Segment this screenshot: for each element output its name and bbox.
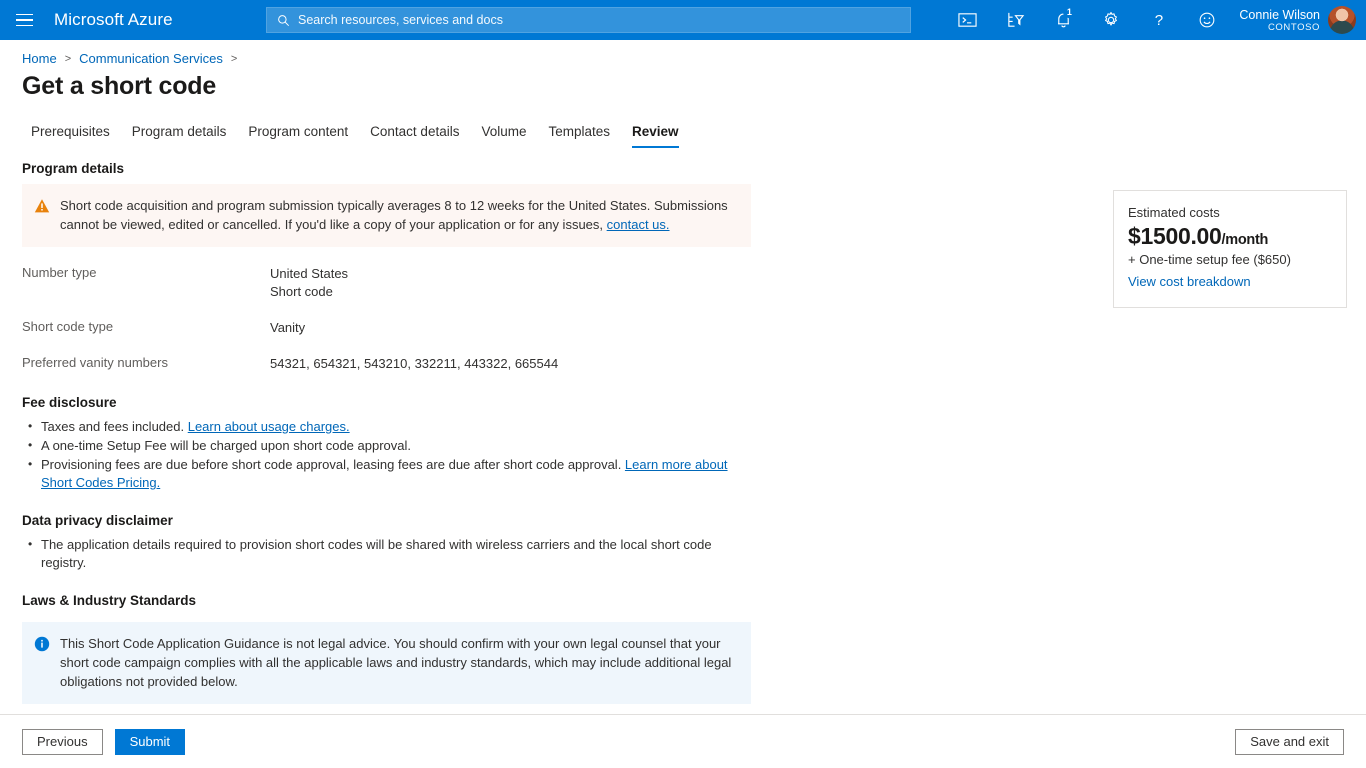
field-value: 54321, 654321, 543210, 332211, 443322, 6… (270, 355, 558, 373)
breadcrumb-item-communication-services[interactable]: Communication Services (79, 51, 223, 66)
bullet-text: The application details required to prov… (41, 537, 712, 570)
list-item: The application details required to prov… (22, 536, 760, 572)
field-label: Preferred vanity numbers (22, 355, 270, 373)
azure-brand-title[interactable]: Microsoft Azure (54, 10, 173, 30)
view-cost-breakdown-link[interactable]: View cost breakdown (1128, 274, 1251, 289)
info-text: This Short Code Application Guidance is … (60, 634, 737, 691)
field-value-line: United States (270, 265, 348, 283)
tab-templates[interactable]: Templates (549, 124, 611, 148)
breadcrumb-separator-icon-2: > (231, 53, 237, 65)
cost-amount-value: $1500.00 (1128, 223, 1222, 249)
help-question-icon[interactable]: ? (1135, 0, 1183, 40)
contact-us-link[interactable]: contact us. (607, 217, 670, 232)
user-name: Connie Wilson (1239, 8, 1320, 22)
breadcrumb-separator-icon: > (65, 53, 71, 65)
user-org: CONTOSO (1239, 22, 1320, 33)
feedback-smiley-icon[interactable] (1183, 0, 1231, 40)
list-item: Provisioning fees are due before short c… (22, 456, 760, 492)
data-privacy-list: The application details required to prov… (22, 536, 760, 572)
warning-triangle-icon (34, 198, 50, 214)
azure-top-bar: Microsoft Azure Search resources, servic… (0, 0, 1366, 40)
learn-about-usage-charges-link[interactable]: Learn about usage charges. (188, 419, 350, 434)
field-label: Short code type (22, 319, 270, 337)
search-input[interactable]: Search resources, services and docs (266, 7, 911, 33)
list-item: Taxes and fees included. Learn about usa… (22, 418, 760, 436)
field-value-line: Vanity (270, 319, 305, 337)
search-icon (277, 14, 290, 27)
tab-volume[interactable]: Volume (481, 124, 526, 148)
avatar (1328, 6, 1356, 34)
field-label: Number type (22, 265, 270, 301)
field-value-line: Short code (270, 283, 348, 301)
cost-card-setup-fee: + One-time setup fee ($650) (1128, 252, 1330, 267)
warning-banner: Short code acquisition and program submi… (22, 184, 751, 247)
cost-card-title: Estimated costs (1128, 205, 1330, 220)
section-heading-fee-disclosure: Fee disclosure (22, 395, 760, 410)
user-account-menu[interactable]: Connie Wilson CONTOSO (1231, 0, 1366, 40)
wizard-footer: Previous Submit Save and exit (0, 714, 1366, 768)
section-heading-program-details: Program details (22, 161, 760, 176)
svg-text:?: ? (1155, 12, 1163, 29)
top-bar-icon-group: 1 ? Connie Wilson CONTOSO (943, 0, 1366, 40)
cost-card-amount: $1500.00/month (1128, 223, 1330, 250)
section-heading-laws: Laws & Industry Standards (22, 593, 760, 608)
bullet-text: Taxes and fees included. (41, 419, 188, 434)
submit-button[interactable]: Submit (115, 729, 185, 755)
info-circle-icon (34, 636, 50, 652)
tab-contact-details[interactable]: Contact details (370, 124, 459, 148)
tab-review[interactable]: Review (632, 124, 679, 148)
save-and-exit-button[interactable]: Save and exit (1235, 729, 1344, 755)
field-value-line: 54321, 654321, 543210, 332211, 443322, 6… (270, 355, 558, 373)
fee-disclosure-list: Taxes and fees included. Learn about usa… (22, 418, 760, 492)
breadcrumb-item-home[interactable]: Home (22, 51, 57, 66)
field-short-code-type: Short code type Vanity (22, 319, 760, 337)
list-item: A one-time Setup Fee will be charged upo… (22, 437, 760, 455)
cost-amount-period: /month (1222, 232, 1269, 248)
settings-gear-icon[interactable] (1087, 0, 1135, 40)
cloud-shell-icon[interactable] (943, 0, 991, 40)
field-number-type: Number type United States Short code (22, 265, 760, 301)
tab-prerequisites[interactable]: Prerequisites (31, 124, 110, 148)
field-preferred-vanity-numbers: Preferred vanity numbers 54321, 654321, … (22, 355, 760, 373)
tab-program-details[interactable]: Program details (132, 124, 227, 148)
notifications-bell-icon[interactable]: 1 (1039, 0, 1087, 40)
bullet-text: A one-time Setup Fee will be charged upo… (41, 438, 411, 453)
wizard-tabs: Prerequisites Program details Program co… (0, 101, 1366, 148)
previous-button[interactable]: Previous (22, 729, 103, 755)
field-value: Vanity (270, 319, 305, 337)
hamburger-menu-icon[interactable] (0, 0, 48, 40)
breadcrumb: Home > Communication Services > (0, 40, 1366, 66)
section-heading-data-privacy: Data privacy disclaimer (22, 513, 760, 528)
tab-program-content[interactable]: Program content (248, 124, 348, 148)
notification-count-badge: 1 (1063, 6, 1075, 18)
info-banner: This Short Code Application Guidance is … (22, 622, 751, 704)
page-title: Get a short code (0, 66, 1366, 101)
field-value: United States Short code (270, 265, 348, 301)
directories-filter-icon[interactable] (991, 0, 1039, 40)
bullet-text: Provisioning fees are due before short c… (41, 457, 625, 472)
search-placeholder: Search resources, services and docs (298, 13, 503, 27)
review-content: Program details Short code acquisition a… (0, 148, 760, 704)
estimated-costs-card: Estimated costs $1500.00/month + One-tim… (1113, 190, 1347, 308)
